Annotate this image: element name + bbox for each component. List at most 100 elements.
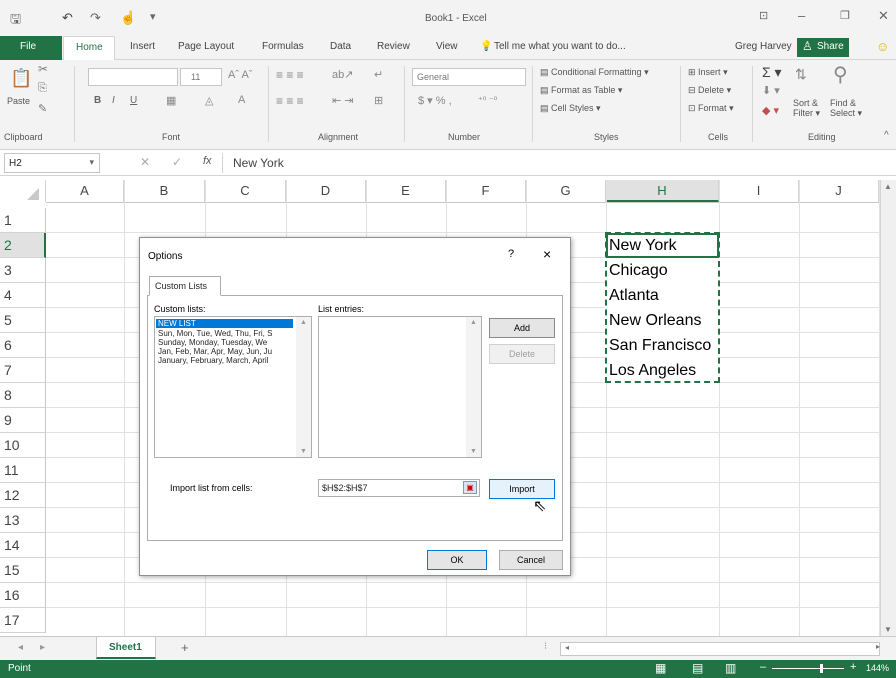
row-header[interactable]: 5 [0, 308, 46, 333]
cell-h4[interactable]: Atlanta [606, 283, 718, 308]
borders-icon[interactable]: ▦ [166, 94, 176, 107]
font-name-box[interactable] [88, 68, 178, 86]
sheet-next-icon[interactable]: ▸ [40, 642, 45, 653]
column-header[interactable]: J [799, 180, 879, 202]
row-header[interactable]: 11 [0, 458, 46, 483]
list-item[interactable]: Sunday, Monday, Tuesday, We [156, 338, 293, 347]
undo-icon[interactable]: ↶ [62, 10, 73, 26]
list-item[interactable]: Sun, Mon, Tue, Wed, Thu, Fri, S [156, 329, 293, 338]
zoom-out-icon[interactable]: – [760, 661, 766, 673]
format-painter-icon[interactable]: ✎ [38, 102, 47, 115]
ok-button[interactable]: OK [427, 550, 487, 570]
insert-function-icon[interactable]: fx [203, 155, 212, 167]
format-as-table-button[interactable]: ▤ Format as Table ▾ [540, 85, 622, 96]
align-left-icon[interactable]: ≡ ≡ ≡ [276, 94, 304, 108]
enter-icon[interactable]: ✓ [172, 155, 182, 169]
name-box[interactable]: H2 ▾ [4, 153, 100, 173]
row-header[interactable]: 6 [0, 333, 46, 358]
smiley-icon[interactable]: ☺ [876, 39, 889, 54]
tell-me-input[interactable]: Tell me what you want to do... [494, 41, 626, 52]
row-header[interactable]: 4 [0, 283, 46, 308]
cell-h6[interactable]: San Francisco [606, 333, 718, 358]
tab-file[interactable]: File [0, 36, 62, 60]
cell-h2[interactable]: New York [606, 233, 718, 258]
fill-color-icon[interactable]: ◬ [205, 94, 213, 107]
collapse-dialog-icon[interactable]: ▣ [463, 481, 477, 494]
column-header[interactable]: D [286, 180, 366, 202]
wrap-text-icon[interactable]: ↵ [374, 68, 383, 81]
row-header[interactable]: 15 [0, 558, 46, 583]
custom-lists-box[interactable]: NEW LIST Sun, Mon, Tue, Wed, Thu, Fri, S… [154, 316, 312, 458]
add-button[interactable]: Add [489, 318, 555, 338]
merge-center-icon[interactable]: ⊞ [374, 94, 383, 107]
delete-button[interactable]: Delete [489, 344, 555, 364]
row-header[interactable]: 14 [0, 533, 46, 558]
row-header[interactable]: 3 [0, 258, 46, 283]
tab-review[interactable]: Review [377, 41, 410, 52]
cancel-button[interactable]: Cancel [499, 550, 563, 570]
tab-data[interactable]: Data [330, 41, 351, 52]
tab-page-layout[interactable]: Page Layout [178, 41, 234, 52]
row-header[interactable]: 12 [0, 483, 46, 508]
formula-input[interactable]: New York [222, 153, 892, 173]
clear-icon[interactable]: ◆ ▾ [762, 104, 779, 117]
orientation-icon[interactable]: ab↗ [332, 68, 353, 81]
underline-icon[interactable]: U [130, 95, 137, 106]
sort-filter-label[interactable]: Sort & Filter ▾ [793, 98, 820, 119]
find-select-label[interactable]: Find & Select ▾ [830, 98, 862, 119]
sheet-tab[interactable]: Sheet1 [96, 637, 156, 659]
column-header[interactable]: C [205, 180, 286, 202]
import-range-input[interactable]: $H$2:$H$7 ▣ [318, 479, 480, 497]
tab-custom-lists[interactable]: Custom Lists [149, 276, 221, 296]
new-sheet-icon[interactable]: + [181, 640, 189, 655]
touch-mode-icon[interactable]: ☝ [120, 10, 136, 26]
column-header[interactable]: A [46, 180, 124, 202]
dialog-close-button[interactable]: × [543, 246, 551, 262]
zoom-in-icon[interactable]: + [850, 661, 856, 673]
tab-insert[interactable]: Insert [130, 41, 155, 52]
restore-icon[interactable]: ❐ [840, 9, 850, 22]
cell-h5[interactable]: New Orleans [606, 308, 718, 333]
user-name[interactable]: Greg Harvey [735, 41, 792, 52]
autosum-icon[interactable]: Σ ▾ [762, 64, 782, 81]
column-header[interactable]: G [526, 180, 606, 202]
normal-view-icon[interactable]: ▦ [655, 661, 666, 675]
row-header[interactable]: 10 [0, 433, 46, 458]
format-cells-button[interactable]: ⊡ Format ▾ [688, 103, 734, 114]
accounting-format-icon[interactable]: $ ▾ % , [418, 94, 452, 107]
cell-styles-button[interactable]: ▤ Cell Styles ▾ [540, 103, 601, 114]
select-all-corner[interactable] [0, 180, 46, 202]
row-header[interactable]: 8 [0, 383, 46, 408]
list-item[interactable]: Jan, Feb, Mar, Apr, May, Jun, Ju [156, 347, 293, 356]
font-color-icon[interactable]: A [238, 94, 245, 106]
column-header[interactable]: F [446, 180, 526, 202]
row-header[interactable]: 2 [0, 233, 46, 258]
find-select-icon[interactable]: ⚲ [833, 62, 848, 87]
paste-label[interactable]: Paste [7, 96, 30, 106]
entries-scrollbar[interactable]: ▲ ▼ [466, 317, 481, 457]
collapse-ribbon-icon[interactable]: ^ [884, 130, 889, 141]
horizontal-scrollbar[interactable]: ◂ [560, 642, 880, 656]
tab-formulas[interactable]: Formulas [262, 41, 304, 52]
row-header[interactable]: 16 [0, 583, 46, 608]
insert-cells-button[interactable]: ⊞ Insert ▾ [688, 67, 728, 78]
zoom-slider-thumb[interactable] [820, 664, 823, 673]
font-size-box[interactable]: 11 [180, 68, 222, 86]
vertical-scrollbar[interactable]: ▲ ▼ [880, 180, 896, 636]
list-item-selected[interactable]: NEW LIST [156, 319, 293, 328]
align-top-icon[interactable]: ≡ ≡ ≡ [276, 68, 304, 82]
column-header[interactable]: B [124, 180, 205, 202]
column-header[interactable]: E [366, 180, 446, 202]
customize-qat-icon[interactable]: ▾ [150, 10, 156, 23]
cell-h3[interactable]: Chicago [606, 258, 718, 283]
row-header[interactable]: 1 [0, 208, 46, 233]
share-button[interactable]: Share ♙ [797, 38, 849, 57]
zoom-slider[interactable] [772, 668, 844, 669]
delete-cells-button[interactable]: ⊟ Delete ▾ [688, 85, 731, 96]
row-header[interactable]: 17 [0, 608, 46, 633]
fill-icon[interactable]: ⬇ ▾ [762, 84, 780, 97]
decimal-icon[interactable]: ⁺⁰ ⁻⁰ [478, 95, 497, 106]
tab-home[interactable]: Home [63, 36, 115, 60]
row-header[interactable]: 13 [0, 508, 46, 533]
bold-icon[interactable]: B [94, 95, 101, 106]
